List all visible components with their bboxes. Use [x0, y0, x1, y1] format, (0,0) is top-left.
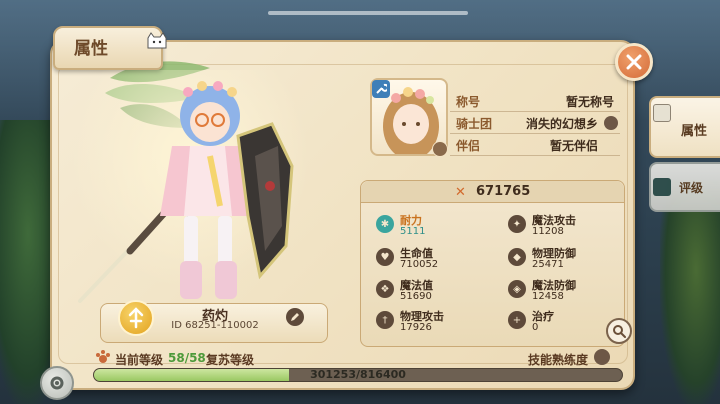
exp-text: 301253/816400 [310, 368, 406, 381]
mana-icon: ❖ [376, 280, 394, 298]
guild-value: 消失的幻想乡 [525, 117, 598, 131]
exp-bar: 301253/816400 [93, 368, 623, 382]
stat-physical-attack: † 物理攻击 17926 [376, 308, 496, 336]
partner-value: 暂无伴侣 [549, 139, 598, 153]
lock-icon[interactable] [594, 349, 610, 365]
wrench-icon [376, 83, 387, 94]
title-value: 暂无称号 [565, 95, 614, 109]
magnifier-icon [613, 325, 626, 338]
tab-attributes-label: 属性 [681, 124, 708, 139]
sword-icon: † [376, 311, 394, 329]
edit-name-button[interactable] [286, 308, 304, 326]
tab-grade-label: 评级 [679, 181, 704, 195]
card-icon [653, 104, 671, 122]
stat-physical-defense: ◆ 物理防御 25471 [508, 245, 628, 273]
partner-key: 伴侣 [456, 139, 481, 153]
close-button[interactable] [615, 43, 653, 81]
stat-magic-attack: ✦ 魔法攻击 11208 [508, 212, 628, 240]
gear-icon [50, 376, 64, 390]
character-id: ID 68251-110002 [171, 320, 259, 331]
shield-icon: ◆ [508, 248, 526, 266]
current-level-label: 当前等级 [115, 353, 164, 367]
guild-key: 骑士团 [456, 117, 493, 131]
title-row: 称号 暂无称号 [450, 90, 620, 112]
heart-icon: ♥ [376, 248, 394, 266]
current-level-value: 58/58 [168, 351, 206, 365]
skill-proficiency-label[interactable]: 技能熟练度 [528, 351, 588, 368]
magnify-button[interactable] [606, 318, 632, 344]
top-indicator-bar [268, 11, 468, 15]
magic-attack-icon: ✦ [508, 215, 526, 233]
stat-hp: ♥ 生命值 710052 [376, 245, 496, 273]
character-portrait[interactable] [60, 76, 350, 306]
swap-avatar-icon[interactable] [432, 141, 448, 157]
stat-magic-defense: ◈ 魔法防御 12458 [508, 277, 628, 305]
magic-shield-icon: ◈ [508, 280, 526, 298]
class-badge [118, 300, 154, 336]
combat-power: 671765 [476, 184, 531, 199]
paw-icon [96, 350, 110, 363]
plus-icon: + [508, 311, 526, 329]
stat-mp: ❖ 魔法值 51690 [376, 277, 496, 305]
partner-row: 伴侣 暂无伴侣 [450, 134, 620, 156]
settings-button[interactable] [40, 366, 74, 400]
close-icon [626, 54, 642, 70]
tab-attributes[interactable]: 属性 [649, 96, 720, 158]
star-badge-icon [653, 178, 671, 196]
page-title: 属性 [74, 39, 108, 59]
guild-row[interactable]: 骑士团 消失的幻想乡 [450, 112, 620, 134]
revive-level-button[interactable]: 复苏等级 [206, 351, 254, 368]
knight-class-icon [128, 307, 144, 329]
cat-mascot-icon [147, 32, 167, 49]
wrench-tag[interactable] [372, 80, 390, 98]
title-key: 称号 [456, 95, 481, 109]
stat-stamina: ✱ 耐力 5111 [376, 212, 496, 240]
crossed-swords-icon: ✕ [455, 185, 466, 200]
guild-detail-icon[interactable] [604, 116, 618, 130]
pencil-icon [291, 313, 299, 321]
background-tree-right [660, 180, 720, 404]
snowflake-icon: ✱ [376, 215, 394, 233]
tab-grade[interactable]: 评级 [649, 162, 720, 212]
